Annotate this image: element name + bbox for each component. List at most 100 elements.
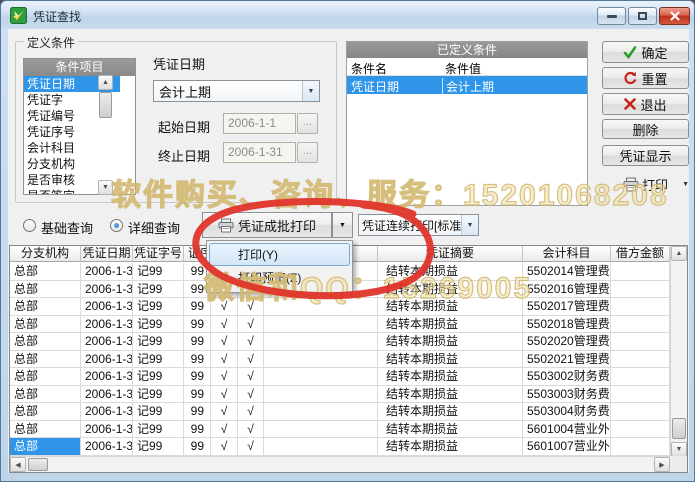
table-row[interactable]: 总部2006-1-3记9999√√结转本期损益5502018管理费.	[10, 316, 670, 334]
table-cell[interactable]: √	[238, 316, 264, 334]
scroll-left-icon[interactable]: ◀	[10, 457, 26, 472]
table-cell[interactable]: √	[238, 333, 264, 351]
table-cell[interactable]: 5502021管理费.	[523, 351, 611, 369]
table-cell[interactable]	[611, 438, 670, 456]
table-cell[interactable]	[611, 403, 670, 421]
table-cell[interactable]: 5503004财务费.	[523, 403, 611, 421]
table-cell[interactable]: √	[238, 351, 264, 369]
table-cell[interactable]: 2006-1-3	[81, 421, 133, 439]
table-cell[interactable]: 记99	[133, 368, 184, 386]
table-row[interactable]: 总部2006-1-3记9999√√结转本期损益5601004营业外.	[10, 421, 670, 439]
period-select[interactable]: 会计上期 ▼	[153, 80, 320, 102]
condition-value-header[interactable]: 条件值	[445, 60, 481, 77]
scrollbar-thumb[interactable]	[28, 458, 48, 471]
table-cell[interactable]: 5502017管理费.	[523, 298, 611, 316]
table-cell[interactable]	[264, 351, 378, 369]
table-cell[interactable]: 5502014管理费.	[523, 263, 611, 281]
condition-name-header[interactable]: 条件名	[351, 60, 387, 77]
print-dropdown-button[interactable]: 打印 ▼	[602, 173, 689, 195]
start-date-field[interactable]: 2006-1-1	[223, 113, 296, 134]
table-cell[interactable]: √	[238, 438, 264, 456]
table-cell[interactable]	[264, 368, 378, 386]
table-cell[interactable]	[611, 263, 670, 281]
close-button[interactable]	[659, 7, 690, 25]
table-cell[interactable]: 记99	[133, 298, 184, 316]
table-cell[interactable]: 结转本期损益	[378, 298, 523, 316]
table-cell[interactable]: √	[211, 421, 238, 439]
table-cell[interactable]: √	[211, 368, 238, 386]
table-cell[interactable]: 99	[184, 316, 211, 334]
table-cell[interactable]: 2006-1-3	[81, 351, 133, 369]
end-date-browse-button[interactable]: ...	[297, 142, 318, 163]
scroll-down-icon[interactable]: ▼	[98, 180, 113, 195]
table-cell[interactable]: 5502016管理费.	[523, 281, 611, 299]
menu-item[interactable]: 打印(Y)	[209, 243, 350, 266]
table-cell[interactable]: 记99	[133, 438, 184, 456]
table-cell[interactable]: 2006-1-3	[81, 368, 133, 386]
table-cell[interactable]: 总部	[10, 281, 81, 299]
table-cell[interactable]	[611, 316, 670, 334]
table-cell[interactable]: √	[211, 351, 238, 369]
delete-button[interactable]: 删除	[602, 119, 689, 139]
column-header[interactable]: 会计科目	[523, 246, 611, 262]
scroll-up-icon[interactable]: ▲	[98, 75, 113, 90]
table-cell[interactable]: 记99	[133, 386, 184, 404]
table-cell[interactable]: 记99	[133, 351, 184, 369]
maximize-button[interactable]	[628, 7, 657, 25]
table-cell[interactable]: 2006-1-3	[81, 263, 133, 281]
reset-button[interactable]: 重置	[602, 67, 689, 89]
table-cell[interactable]	[611, 351, 670, 369]
table-cell[interactable]: 结转本期损益	[378, 281, 523, 299]
scroll-right-icon[interactable]: ▶	[654, 457, 670, 472]
table-cell[interactable]: 记99	[133, 316, 184, 334]
table-cell[interactable]: 99	[184, 333, 211, 351]
table-cell[interactable]: √	[238, 298, 264, 316]
table-cell[interactable]: 总部	[10, 368, 81, 386]
table-cell[interactable]: 2006-1-3	[81, 281, 133, 299]
table-cell[interactable]: √	[238, 403, 264, 421]
table-cell[interactable]: √	[211, 386, 238, 404]
start-date-browse-button[interactable]: ...	[297, 113, 318, 134]
table-cell[interactable]: 99	[184, 368, 211, 386]
table-cell[interactable]	[611, 386, 670, 404]
table-cell[interactable]: 总部	[10, 403, 81, 421]
table-cell[interactable]	[264, 438, 378, 456]
column-header[interactable]: 凭证摘要	[378, 246, 523, 262]
table-cell[interactable]	[611, 298, 670, 316]
table-cell[interactable]: 2006-1-3	[81, 403, 133, 421]
table-cell[interactable]: 5502018管理费.	[523, 316, 611, 334]
table-cell[interactable]: 结转本期损益	[378, 316, 523, 334]
table-cell[interactable]: √	[211, 438, 238, 456]
table-cell[interactable]: 结转本期损益	[378, 263, 523, 281]
table-cell[interactable]: 记99	[133, 403, 184, 421]
table-cell[interactable]: 结转本期损益	[378, 403, 523, 421]
table-cell[interactable]	[611, 368, 670, 386]
table-row[interactable]: 总部2006-1-3记9999√√结转本期损益5502017管理费.	[10, 298, 670, 316]
table-row[interactable]: 总部2006-1-3记9999√√结转本期损益5503004财务费.	[10, 403, 670, 421]
menu-item[interactable]: 打印预览(Z)	[209, 266, 350, 289]
table-cell[interactable]: 2006-1-3	[81, 298, 133, 316]
scrollbar-thumb[interactable]	[99, 92, 112, 118]
table-cell[interactable]: √	[238, 421, 264, 439]
table-cell[interactable]: 99	[184, 403, 211, 421]
table-cell[interactable]	[611, 421, 670, 439]
table-cell[interactable]	[611, 281, 670, 299]
table-cell[interactable]: √	[211, 298, 238, 316]
table-cell[interactable]: 结转本期损益	[378, 351, 523, 369]
table-cell[interactable]: √	[238, 368, 264, 386]
table-cell[interactable]: 99	[184, 438, 211, 456]
table-cell[interactable]: √	[211, 403, 238, 421]
table-cell[interactable]	[264, 421, 378, 439]
table-cell[interactable]: 5601004营业外.	[523, 421, 611, 439]
table-cell[interactable]: 5503003财务费.	[523, 386, 611, 404]
table-cell[interactable]: 记99	[133, 281, 184, 299]
table-cell[interactable]: 记99	[133, 263, 184, 281]
column-header[interactable]: 分支机构	[10, 246, 81, 262]
scroll-up-icon[interactable]: ▲	[671, 246, 687, 261]
scroll-down-icon[interactable]: ▼	[671, 442, 687, 457]
table-cell[interactable]: 总部	[10, 386, 81, 404]
table-cell[interactable]: 结转本期损益	[378, 333, 523, 351]
table-cell[interactable]	[264, 333, 378, 351]
table-cell[interactable]: 5502020管理费.	[523, 333, 611, 351]
table-cell[interactable]	[264, 386, 378, 404]
